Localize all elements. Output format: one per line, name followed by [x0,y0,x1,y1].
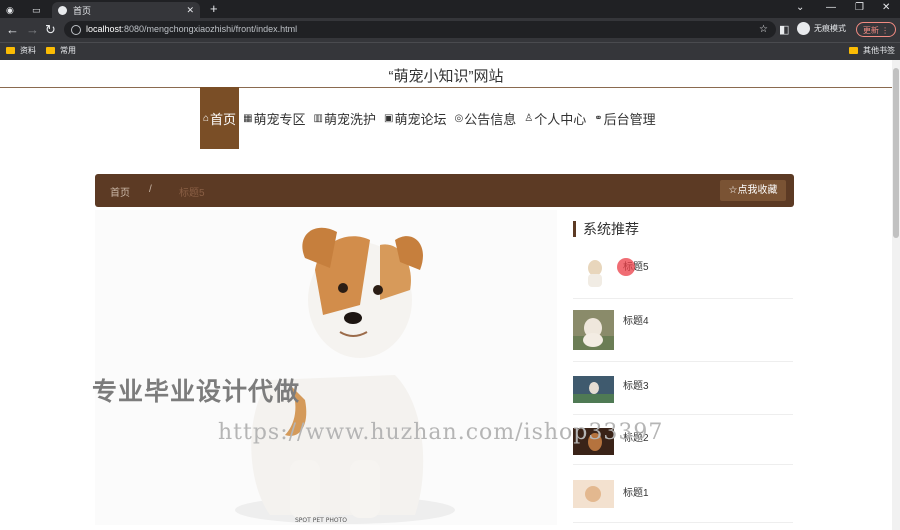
svg-text:SPOT PET PHOTO: SPOT PET PHOTO [295,517,347,524]
thumbnail [573,310,614,350]
list-item[interactable]: 标题5 [573,250,793,299]
new-tab-button[interactable]: + [210,1,218,16]
dog-thumbnail [573,376,614,403]
recommend-title: 系统推荐 [573,221,639,237]
recommend-item-name: 标题4 [623,316,649,327]
nav-pet-zone[interactable]: ▦ 萌宠专区 [239,87,309,149]
reload-button[interactable]: ↻ [45,22,56,38]
tab-search-icon[interactable]: ⌄ [796,2,804,13]
bookmark-label: 常用 [60,46,76,55]
back-button[interactable]: ← [6,22,19,38]
main-nav: ⌂ 首页 ▦ 萌宠专区 ▥ 萌宠洗护 ▣ 萌宠论坛 ◎ 公告信息 ♙ 个人中心 ⚭ 后台管理 [200,87,660,149]
window-icon[interactable]: ▭ [32,2,41,18]
bell-icon: ◎ [454,112,464,124]
url-host: localhost [86,24,122,34]
list-item[interactable]: 标题4 [573,306,793,362]
list-item[interactable]: 标题1 [573,472,793,523]
favorite-button[interactable]: ☆点我收藏 [720,180,786,201]
bookmark-star-icon[interactable]: ☆ [759,21,768,38]
browser-tab-bar: ◉ ▭ 首页 ✕ + ⌄ — ❐ ✕ [0,0,900,18]
list-item[interactable]: 标题3 [573,370,793,415]
recommend-item-name: 标题3 [623,381,649,392]
incognito-profile[interactable]: 无痕模式 [797,22,846,35]
bookmark-label: 资料 [20,46,36,55]
overlay-watermark-url: https://www.huzhan.com/ishop33397 [218,420,664,445]
incognito-icon [797,22,810,35]
nav-label: 萌宠洗护 [323,111,376,127]
breadcrumb-separator: / [149,184,152,195]
globe-icon [58,5,67,15]
url-path: :8080/mengchongxiaozhishi/front/index.ht… [121,24,298,34]
nav-label: 后台管理 [603,111,656,127]
minimize-button[interactable]: — [826,2,836,13]
link-icon: ⚭ [594,112,603,124]
tab-switch-icon[interactable]: ◉ [6,2,14,18]
nav-forum[interactable]: ▣ 萌宠论坛 [380,87,450,149]
nav-user-center[interactable]: ♙ 个人中心 [520,87,590,149]
other-bookmarks[interactable]: 其他书签 [849,45,895,56]
scrollbar-thumb[interactable] [893,68,899,238]
address-bar[interactable]: localhost:8080/mengchongxiaozhishi/front… [64,21,776,38]
sidepanel-icon[interactable]: ◧ [779,22,789,38]
dog-illustration: SPOT PET PHOTO [95,210,557,525]
update-button[interactable]: 更新 ⋮ [856,22,896,37]
bookmark-folder-1[interactable]: 常用 [46,45,76,56]
dog-thumbnail [573,250,614,290]
nav-home[interactable]: ⌂ 首页 [200,87,240,149]
bookmark-label: 其他书签 [863,46,895,55]
recommend-item-name: 标题1 [623,488,649,499]
grid-icon: ▥ [313,112,323,124]
folder-icon [6,47,15,54]
nav-admin[interactable]: ⚭ 后台管理 [590,87,659,149]
folder-icon [46,47,55,54]
nav-announcements[interactable]: ◎ 公告信息 [450,87,520,149]
cursor-highlight [617,258,635,276]
grid-icon: ▣ [384,112,394,124]
breadcrumb: 首页 / 标题5 ☆点我收藏 [95,174,794,207]
home-icon: ⌂ [203,112,210,124]
grid-icon: ▦ [243,112,253,124]
nav-label: 萌宠专区 [253,111,306,127]
nav-label: 公告信息 [464,111,517,127]
page-content: “萌宠小知识”网站 ⌂ 首页 ▦ 萌宠专区 ▥ 萌宠洗护 ▣ 萌宠论坛 ◎ 公告信息 ♙ 个… [0,60,892,530]
site-info-icon[interactable] [71,25,81,35]
dog-thumbnail [573,480,614,508]
browser-toolbar: ← → ↻ localhost:8080/mengchongxiaozhishi… [0,18,900,42]
thumbnail [573,480,614,508]
site-title: “萌宠小知识”网站 [388,68,504,85]
breadcrumb-home[interactable]: 首页 [110,184,130,199]
thumbnail [573,250,614,290]
nav-label: 萌宠论坛 [394,111,447,127]
update-label: 更新 [862,26,879,35]
thumbnail [573,376,614,403]
detail-image: SPOT PET PHOTO [95,210,557,525]
user-icon: ♙ [524,112,534,124]
nav-pet-care[interactable]: ▥ 萌宠洗护 [310,87,380,149]
folder-icon [849,47,858,54]
close-tab-icon[interactable]: ✕ [186,5,194,16]
breadcrumb-current: 标题5 [179,188,205,199]
page-scrollbar[interactable] [892,60,900,530]
close-window-button[interactable]: ✕ [882,2,890,13]
restore-button[interactable]: ❐ [855,2,864,13]
forward-button[interactable]: → [26,22,39,38]
bookmarks-bar: 资料 常用 其他书签 [0,42,900,60]
nav-label: 个人中心 [534,111,587,127]
overlay-watermark-text: 专业毕业设计代做 [92,378,301,406]
tab-title: 首页 [73,5,92,16]
nav-label: 首页 [210,111,237,127]
browser-tab[interactable]: 首页 ✕ [52,2,200,18]
dog-thumbnail [573,310,614,350]
bookmark-folder-0[interactable]: 资料 [6,45,36,56]
profile-label: 无痕模式 [814,24,846,33]
